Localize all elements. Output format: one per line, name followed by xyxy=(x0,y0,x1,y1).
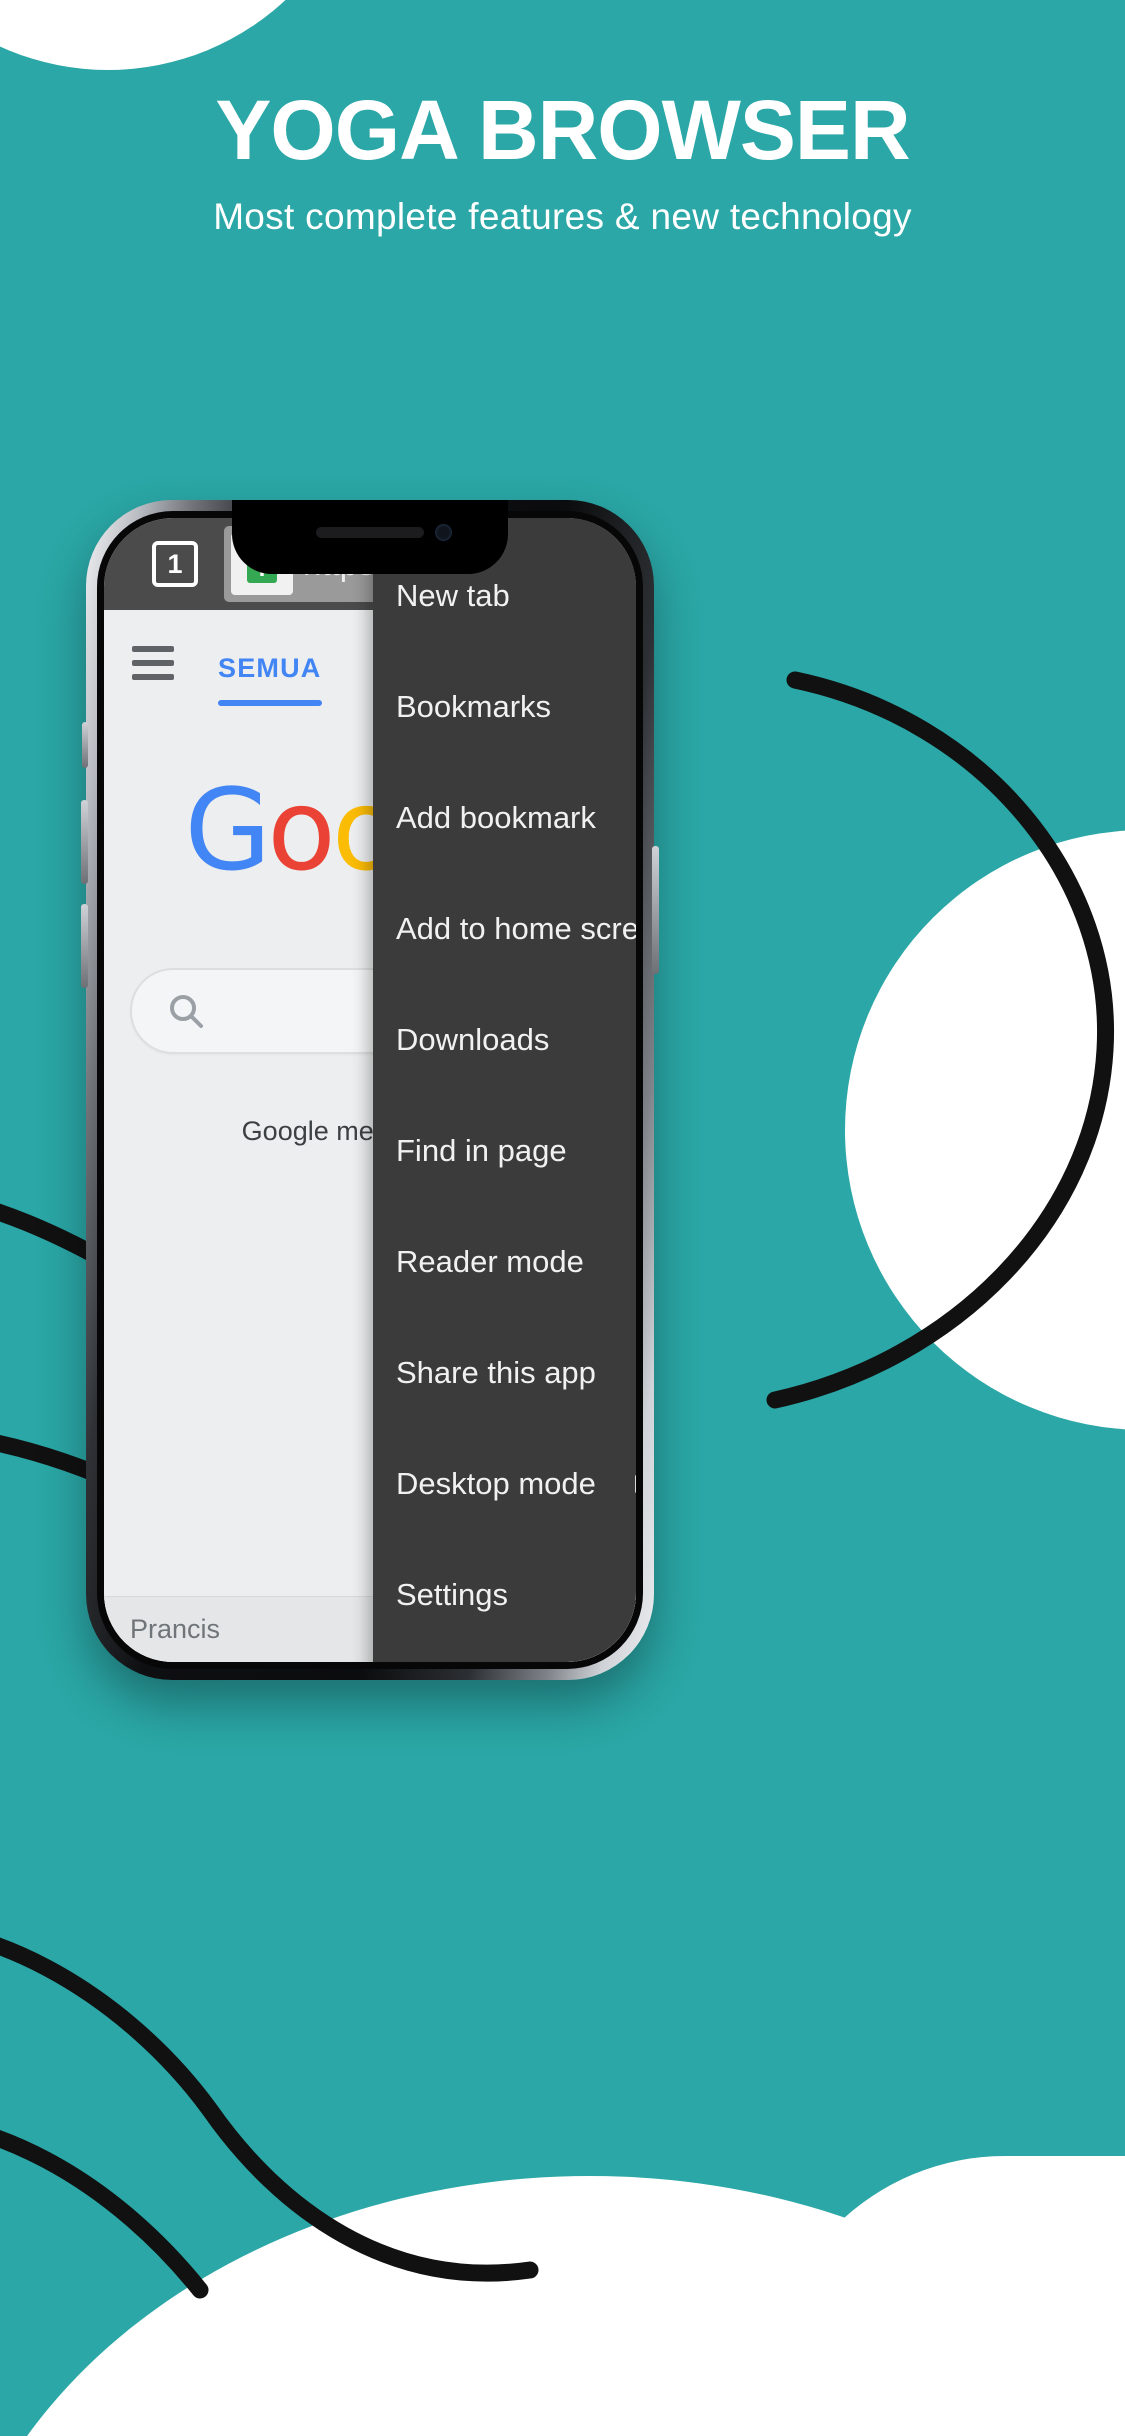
menu-item-label: Add bookmark xyxy=(396,799,596,835)
phone-screen: 1 https://www SEMUA xyxy=(104,518,636,1662)
menu-item-reader-mode[interactable]: Reader mode xyxy=(373,1206,636,1317)
earpiece-speaker xyxy=(316,527,424,538)
tab-semua[interactable]: SEMUA xyxy=(218,653,322,706)
browser-options-menu: New tab Bookmarks Add bookmark Add to home … xyxy=(373,518,636,1662)
decorative-blob-bottom-right xyxy=(765,2156,1125,2436)
phone-mockup: 1 https://www SEMUA xyxy=(81,500,659,1680)
menu-item-find-in-page[interactable]: Find in page xyxy=(373,1095,636,1206)
menu-item-add-bookmark[interactable]: Add bookmark xyxy=(373,762,636,873)
phone-notch xyxy=(232,500,508,574)
front-camera xyxy=(435,524,452,541)
menu-item-label: Add to home screen xyxy=(396,910,636,946)
menu-item-share-this-app[interactable]: Share this app xyxy=(373,1317,636,1428)
chevron-right-icon xyxy=(635,1474,636,1493)
header-block: YOGA BROWSER Most complete features & ne… xyxy=(0,83,1125,238)
decorative-blob-right xyxy=(845,830,1125,1430)
page-subtitle: Most complete features & new technology xyxy=(213,195,912,237)
menu-item-label: Share this app xyxy=(396,1354,596,1390)
menu-item-label: New tab xyxy=(396,577,510,613)
menu-item-desktop-mode[interactable]: Desktop mode xyxy=(373,1428,636,1539)
decorative-circle-top-left xyxy=(0,0,368,70)
hamburger-icon[interactable] xyxy=(132,646,174,680)
menu-item-settings[interactable]: Settings xyxy=(373,1539,636,1650)
menu-item-label: Downloads xyxy=(396,1021,550,1057)
menu-item-label: Reader mode xyxy=(396,1243,584,1279)
menu-item-label: Find in page xyxy=(396,1132,567,1168)
footer-region-label: Prancis xyxy=(130,1614,221,1644)
menu-item-label: Desktop mode xyxy=(396,1465,596,1501)
search-icon xyxy=(170,995,203,1028)
menu-item-downloads[interactable]: Downloads xyxy=(373,984,636,1095)
page-title: YOGA BROWSER xyxy=(215,83,910,177)
phone-power-button xyxy=(652,846,659,974)
phone-volume-down-button xyxy=(81,904,88,988)
menu-item-history[interactable]: History xyxy=(373,1650,636,1662)
logo-letter-o1: o xyxy=(267,766,336,896)
phone-mute-switch xyxy=(82,722,88,768)
menu-item-add-to-home-screen[interactable]: Add to home screen xyxy=(373,873,636,984)
menu-item-bookmarks[interactable]: Bookmarks xyxy=(373,651,636,762)
menu-item-label: Bookmarks xyxy=(396,688,552,724)
phone-volume-up-button xyxy=(81,800,88,884)
logo-letter-g1: G xyxy=(184,766,272,896)
menu-item-label: Settings xyxy=(396,1576,509,1612)
tab-counter-button[interactable]: 1 xyxy=(152,541,198,587)
